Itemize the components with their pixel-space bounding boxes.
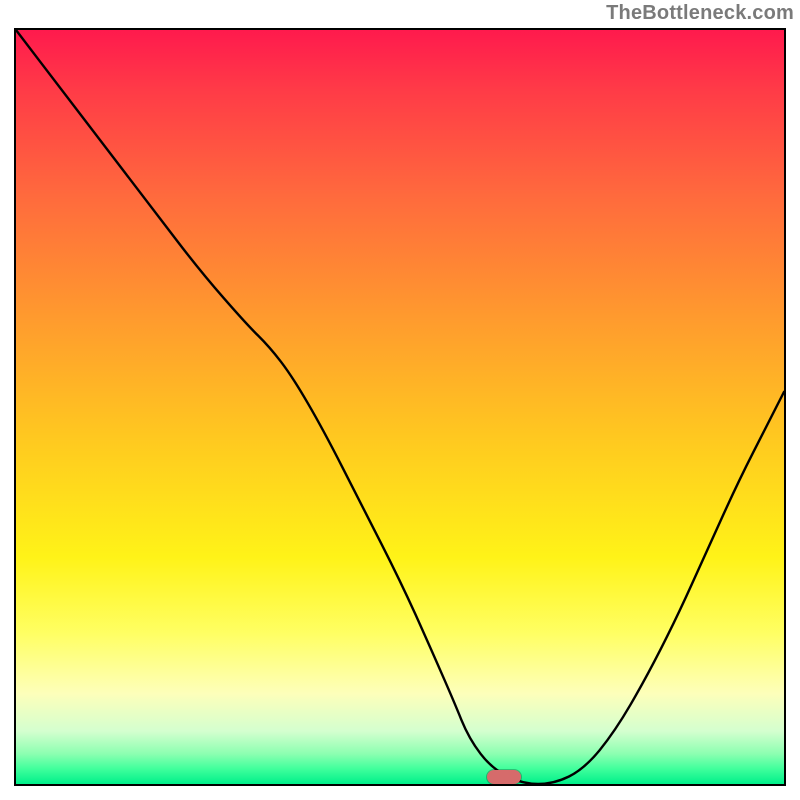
chart-container: TheBottleneck.com: [0, 0, 800, 800]
plot-area: [14, 28, 786, 786]
curve-path: [16, 30, 784, 784]
bottleneck-curve: [16, 30, 784, 784]
optimal-marker: [487, 770, 521, 784]
attribution-text: TheBottleneck.com: [606, 2, 794, 25]
